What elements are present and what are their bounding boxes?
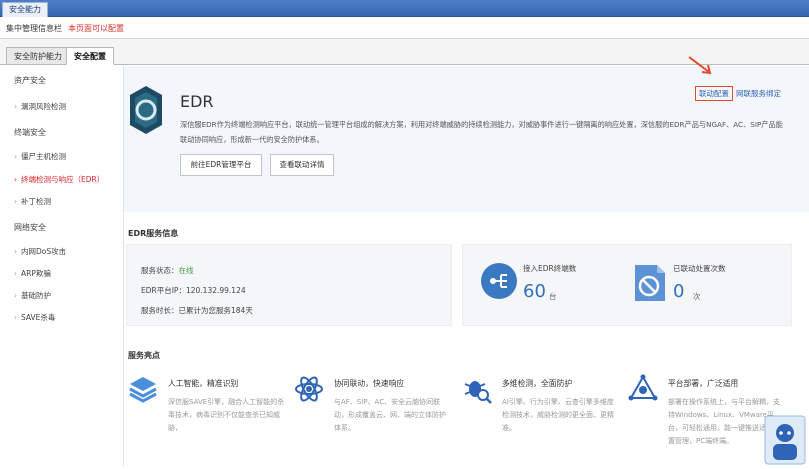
service-status: 服务状态：在线 [141, 265, 194, 276]
edr-ip-label: EDR平台IP： [141, 286, 186, 295]
goto-edr-platform-button[interactable]: 前往EDR管理平台 [180, 154, 262, 176]
sidebar-item-label: 内网DoS攻击 [21, 247, 67, 256]
edr-logo-icon [130, 86, 162, 134]
service-duration: 服务时长：已累计为您服务184天 [141, 305, 253, 316]
highlight-linkage: 协同联动，快速响应 与AF、SIP、AC、安全云脑协同联动，形成覆盖云、网、端的… [294, 374, 454, 454]
main-content: EDR 深信服EDR作为终端检测响应平台，联动统一管理平台组成的解决方案，利用对… [124, 66, 809, 469]
sidebar-item-label: 终端检测与响应（EDR） [21, 175, 105, 184]
sidebar: 资产安全 › 漏洞风险检测 终端安全 › 僵尸主机检测 › 终端检测与响应（EDR） … [6, 66, 124, 466]
linkage-handling-icon [635, 265, 665, 301]
highlight-desc: 深信服SAVE引擎，融合人工智能的杀毒技术，病毒识别不仅能查杀已知威胁， [168, 398, 285, 432]
highlight-title: 协同联动，快速响应 [334, 379, 405, 388]
sidebar-item-basic-protect[interactable]: › 基础防护 [14, 290, 51, 301]
sidebar-group-endpoint: 终端安全 [14, 128, 46, 137]
pointer-arrow-icon [688, 56, 712, 75]
sidebar-item-save-av[interactable]: › SAVE杀毒 [14, 312, 55, 323]
service-status-label: 服务状态： [141, 266, 179, 275]
edr-description: 深信服EDR作为终端检测响应平台，联动统一管理平台组成的解决方案，利用对终端威胁… [180, 120, 783, 144]
highlight-title: 人工智能，精准识别 [168, 379, 239, 388]
linkage-config-link[interactable]: 联动配置 [695, 86, 733, 101]
sidebar-item-vuln-detect[interactable]: › 漏洞风险检测 [14, 101, 66, 112]
highlight-desc: 与AF、SIP、AC、安全云脑协同联动，形成覆盖云、网、端的立体防护体系。 [334, 398, 446, 432]
bug-search-icon [464, 381, 492, 404]
service-info-panel: 服务状态：在线 EDR平台IP：120.132.99.124 服务时长：已累计为… [126, 244, 452, 326]
bullet-icon: › [14, 313, 17, 322]
edr-platform-ip: EDR平台IP：120.132.99.124 [141, 285, 246, 296]
linkage-handled-value: 0 [673, 281, 685, 302]
bullet-icon: › [14, 291, 17, 300]
bullet-icon: › [14, 152, 17, 161]
view-linkage-details-button[interactable]: 查看联动详情 [270, 154, 334, 176]
endpoint-count-unit: 台 [549, 292, 557, 301]
linkage-handled-label: 已联动处置次数 [673, 264, 726, 273]
highlight-ai: 人工智能，精准识别 深信服SAVE引擎，融合人工智能的杀毒技术，病毒识别不仅能查… [128, 374, 288, 454]
warning-text: 本页面可以配置 [68, 24, 124, 33]
stats-panel: 接入EDR终端数 60 台 已联动处置次数 0 次 [462, 244, 792, 326]
window-titlebar: 安全能力 [0, 0, 809, 17]
endpoint-network-icon [481, 263, 517, 299]
sidebar-item-label: 补丁检测 [21, 197, 51, 206]
service-duration-value: 已累计为您服务184天 [178, 306, 253, 315]
service-bind-link[interactable]: 网联服务绑定 [736, 88, 781, 99]
linkage-handled-unit: 次 [693, 292, 701, 301]
sidebar-item-arp[interactable]: › ARP欺骗 [14, 268, 51, 279]
bullet-icon: › [14, 197, 17, 206]
bullet-icon: › [14, 102, 17, 111]
sidebar-item-label: 基础防护 [21, 291, 51, 300]
bullet-icon: › [14, 175, 17, 184]
window-tab[interactable]: 安全能力 [2, 2, 48, 17]
bullet-icon: › [14, 247, 17, 256]
tab-security-config[interactable]: 安全配置 [66, 47, 114, 65]
assistant-avatar-icon[interactable] [764, 415, 806, 465]
edr-hero-panel: EDR 深信服EDR作为终端检测响应平台，联动统一管理平台组成的解决方案，利用对… [124, 66, 809, 212]
sidebar-item-botnet[interactable]: › 僵尸主机检测 [14, 151, 66, 162]
sidebar-item-edr[interactable]: › 终端检测与响应（EDR） [14, 174, 104, 185]
sidebar-item-dos[interactable]: › 内网DoS攻击 [14, 246, 66, 257]
sidebar-item-label: 漏洞风险检测 [21, 102, 66, 111]
service-duration-label: 服务时长： [141, 306, 179, 315]
service-info-title: EDR服务信息 [128, 229, 179, 238]
breadcrumb[interactable]: 集中管理信息栏 [6, 23, 62, 34]
sidebar-item-label: SAVE杀毒 [21, 313, 56, 322]
bullet-icon: › [14, 269, 17, 278]
edr-title: EDR [180, 92, 214, 111]
highlight-detection: 多维检测，全面防护 AI引擎、行为引擎、云查引擎多维度检测技术，威胁检测的更全面… [462, 374, 622, 454]
service-highlights-title: 服务亮点 [128, 351, 160, 360]
highlight-title: 多维检测，全面防护 [502, 379, 573, 388]
service-status-value: 在线 [178, 266, 194, 275]
endpoint-count-label: 接入EDR终端数 [523, 264, 577, 273]
sidebar-item-label: 僵尸主机检测 [21, 152, 66, 161]
sidebar-item-patch[interactable]: › 补丁检测 [14, 196, 51, 207]
platform-icon [628, 374, 658, 401]
sidebar-item-label: ARP欺骗 [21, 269, 51, 278]
highlight-title: 平台部署，广泛适用 [668, 379, 739, 388]
atom-icon [295, 376, 323, 402]
top-info-bar: 集中管理信息栏 本页面可以配置 [0, 17, 809, 39]
tab-security-capability[interactable]: 安全防护能力 [6, 47, 70, 65]
highlight-desc: AI引擎、行为引擎、云查引擎多维度检测技术，威胁检测的更全面、更精准。 [502, 398, 614, 432]
layers-icon [129, 377, 157, 403]
sidebar-group-network: 网络安全 [14, 223, 46, 232]
endpoint-count-value: 60 [523, 281, 546, 302]
sidebar-group-asset: 资产安全 [14, 76, 46, 85]
edr-ip-value: 120.132.99.124 [185, 286, 246, 295]
